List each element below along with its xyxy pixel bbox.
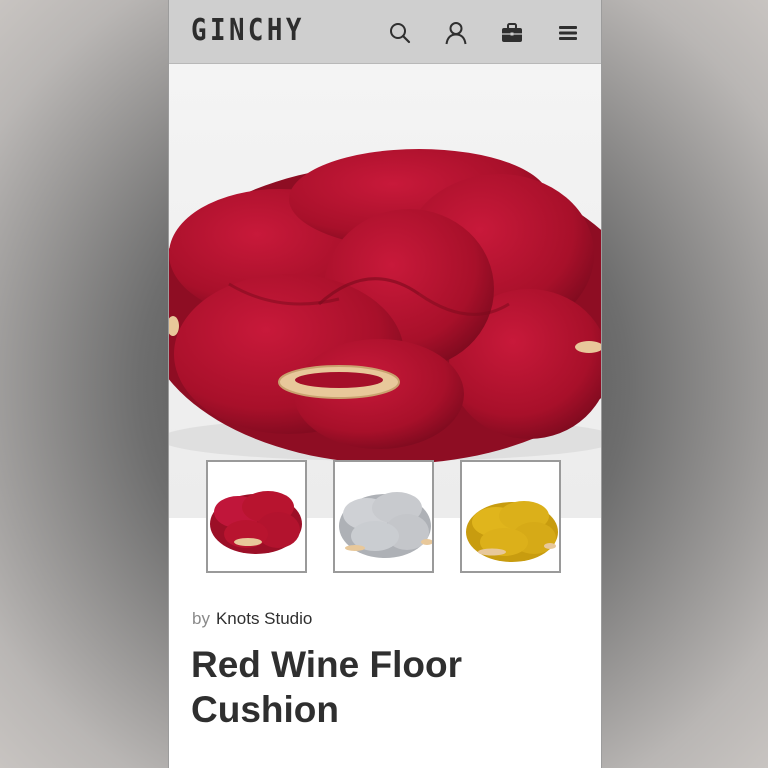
- phone-frame: GINCHY by Knots Studio Red Wine Floor Cu…: [168, 0, 602, 768]
- search-icon[interactable]: [387, 20, 413, 46]
- thumbnail-red[interactable]: [206, 460, 307, 573]
- thumbnail-grey[interactable]: [333, 460, 434, 573]
- user-icon[interactable]: [443, 20, 469, 46]
- site-header: GINCHY: [169, 0, 601, 64]
- by-label: by: [192, 609, 210, 628]
- thumbnail-strip: [169, 460, 601, 578]
- product-title: Red Wine Floor Cushion: [191, 644, 462, 730]
- menu-icon[interactable]: [555, 20, 581, 46]
- thumbnail-yellow[interactable]: [460, 460, 561, 573]
- product-hero-image: [169, 64, 601, 518]
- site-logo[interactable]: GINCHY: [191, 13, 305, 48]
- bag-icon[interactable]: [499, 20, 525, 46]
- brand-link[interactable]: Knots Studio: [216, 609, 312, 628]
- brand-line: by Knots Studio: [192, 609, 312, 629]
